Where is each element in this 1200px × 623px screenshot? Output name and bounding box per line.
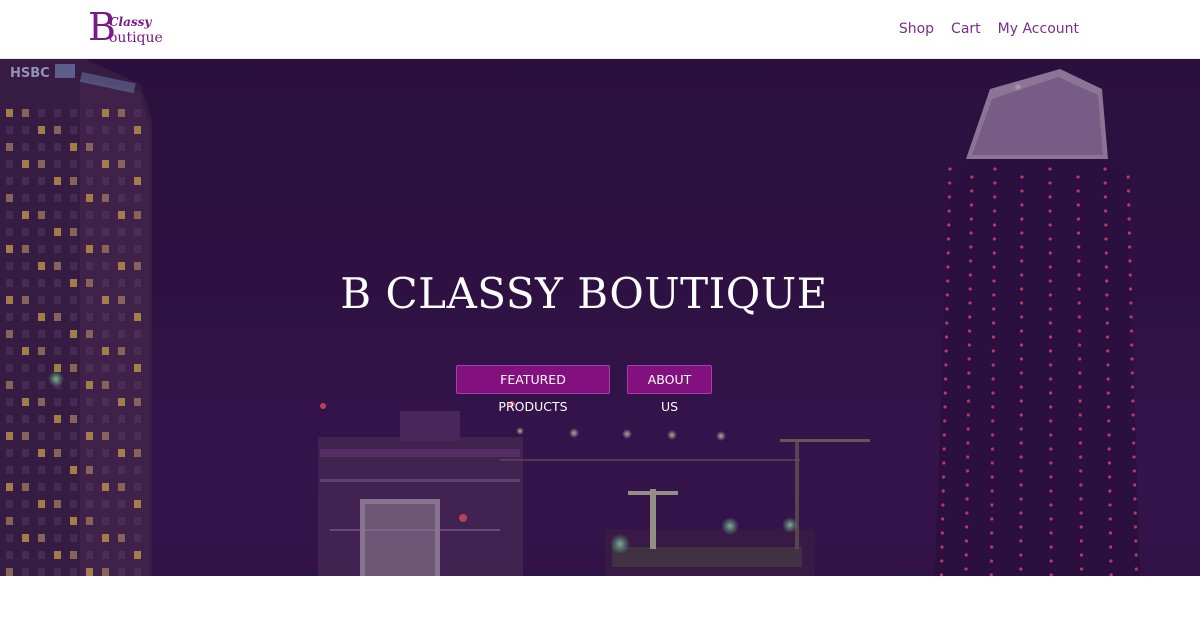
hero-banner: HSBC B CLASSY BOUTIQUE FEATURED PRODUCTS… <box>0 59 1200 576</box>
about-us-button[interactable]: ABOUT US <box>627 365 712 414</box>
featured-products-button[interactable]: FEATURED PRODUCTS <box>456 365 610 414</box>
nav-link-my-account[interactable]: My Account <box>998 19 1079 39</box>
nav-link-cart[interactable]: Cart <box>951 19 981 39</box>
logo-bottom-word: outique <box>109 30 163 46</box>
hero-title: B CLASSY BOUTIQUE <box>340 269 828 318</box>
site-header: B Classy outique Shop Cart My Account <box>0 0 1200 59</box>
main-nav: Shop Cart My Account <box>899 19 1079 39</box>
nav-link-shop[interactable]: Shop <box>899 19 934 39</box>
logo-top-word: Classy <box>109 15 152 29</box>
site-logo[interactable]: B Classy outique <box>88 7 163 47</box>
